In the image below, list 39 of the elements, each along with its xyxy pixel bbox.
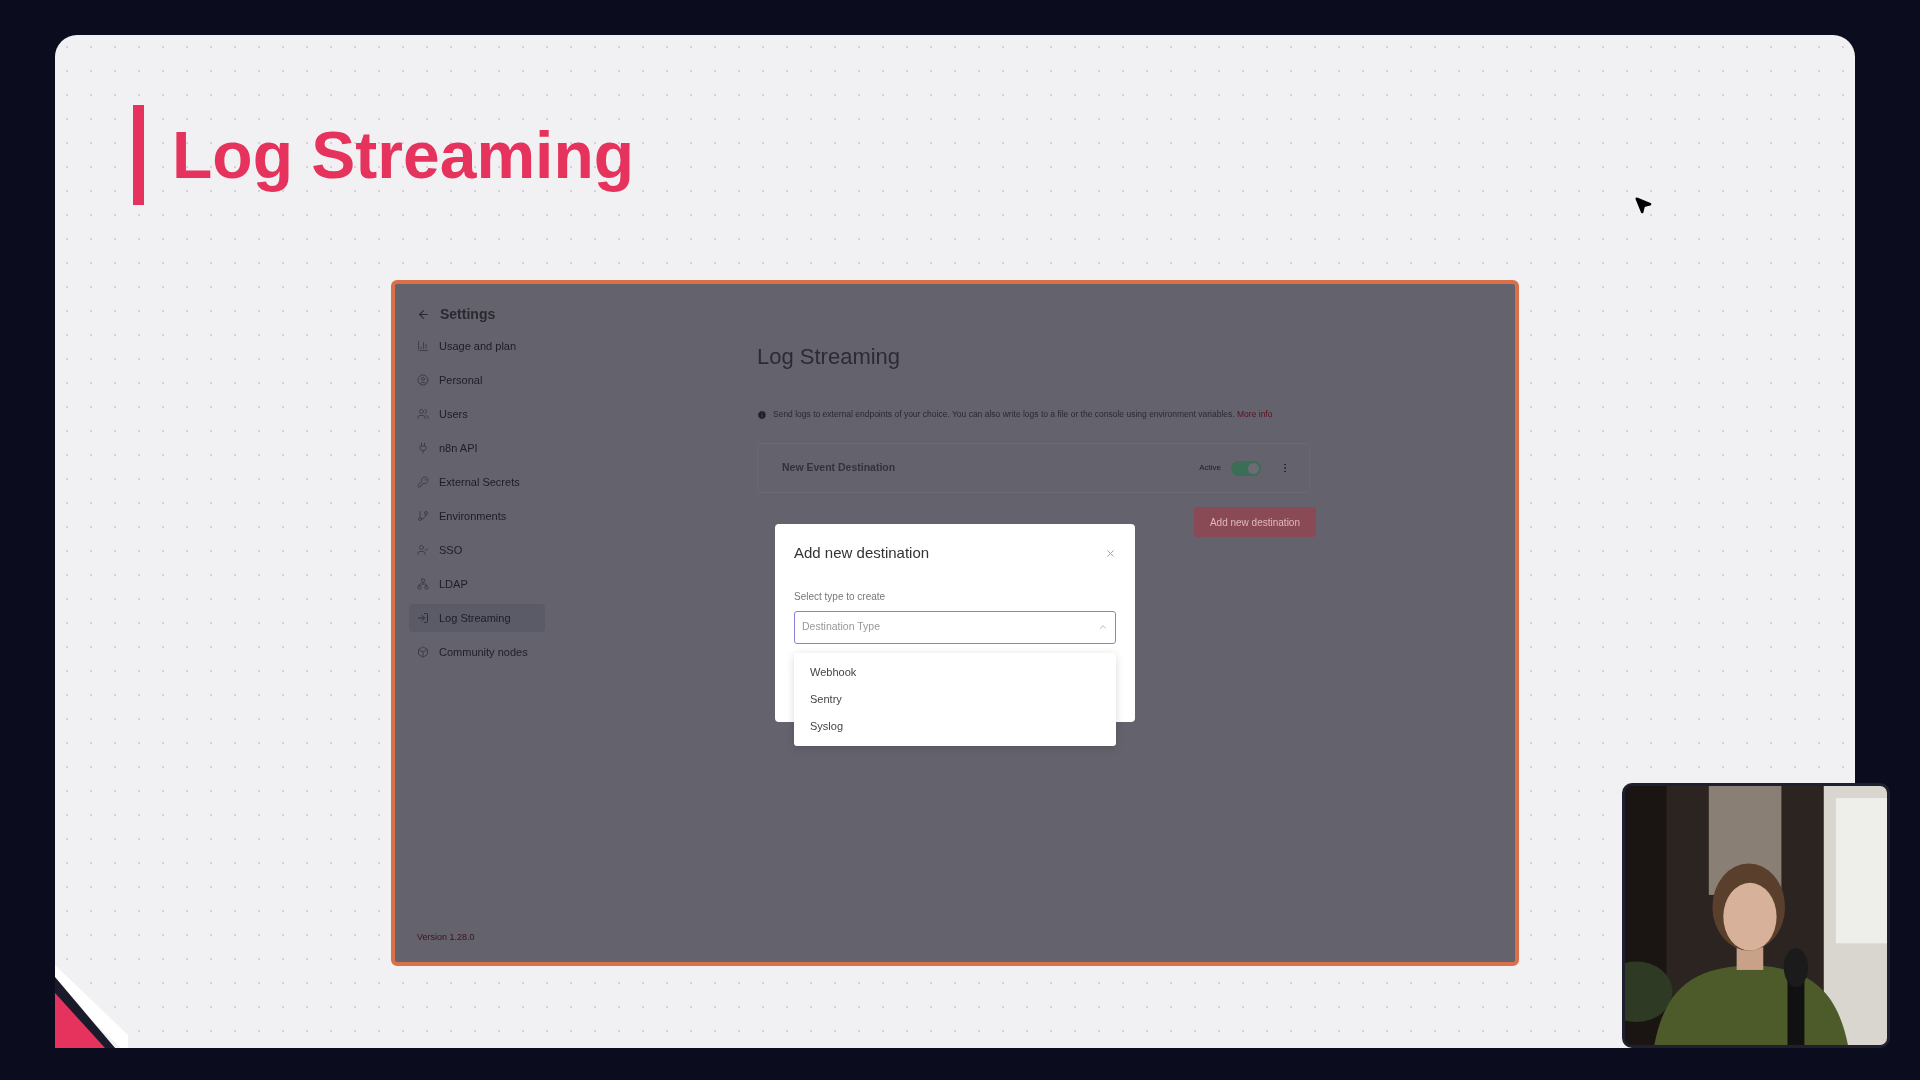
sidebar-item[interactable]: Users	[409, 400, 545, 428]
sidebar-item[interactable]: External Secrets	[409, 468, 545, 496]
sidebar-item[interactable]: Community nodes	[409, 638, 545, 666]
close-icon[interactable]	[1105, 547, 1116, 559]
chevron-up-icon	[1098, 622, 1108, 632]
sidebar-item[interactable]: n8n API	[409, 434, 545, 462]
sidebar-item[interactable]: Usage and plan	[409, 332, 545, 360]
dropdown-option[interactable]: Syslog	[794, 713, 1116, 740]
add-destination-button[interactable]: Add new destination	[1193, 507, 1316, 537]
cursor-icon	[1633, 195, 1653, 215]
toggle-switch[interactable]	[1231, 460, 1261, 476]
user-check-icon	[417, 544, 429, 556]
version-label: Version 1.28.0	[417, 930, 476, 944]
network-icon	[417, 578, 429, 590]
back-link[interactable]: Settings	[417, 302, 610, 326]
more-info-link[interactable]: More info	[1237, 409, 1273, 419]
dropdown-option[interactable]: Webhook	[794, 659, 1116, 686]
back-arrow-icon	[417, 307, 430, 321]
status-label: Active	[1199, 462, 1221, 474]
info-icon	[757, 410, 767, 420]
branch-icon	[417, 510, 429, 522]
dropdown-option[interactable]: Sentry	[794, 686, 1116, 713]
sidebar-item[interactable]: Environments	[409, 502, 545, 530]
bar-chart-icon	[417, 340, 429, 352]
sign-in-icon	[417, 612, 429, 624]
user-circle-icon	[417, 374, 429, 386]
cube-icon	[417, 646, 429, 658]
key-icon	[417, 476, 429, 488]
users-icon	[417, 408, 429, 420]
sidebar-item[interactable]: Personal	[409, 366, 545, 394]
modal-title: Add new destination	[794, 543, 930, 563]
diagonal-stripes-icon	[55, 965, 128, 1048]
page-title: Log Streaming	[757, 346, 902, 368]
sidebar-item[interactable]: SSO	[409, 536, 545, 564]
sidebar-item[interactable]: LDAP	[409, 570, 545, 598]
sidebar-item[interactable]: Log Streaming	[409, 604, 545, 632]
plug-icon	[417, 442, 429, 454]
destination-type-select[interactable]: Destination Type	[794, 610, 1116, 644]
field-label: Select type to create	[794, 589, 887, 604]
